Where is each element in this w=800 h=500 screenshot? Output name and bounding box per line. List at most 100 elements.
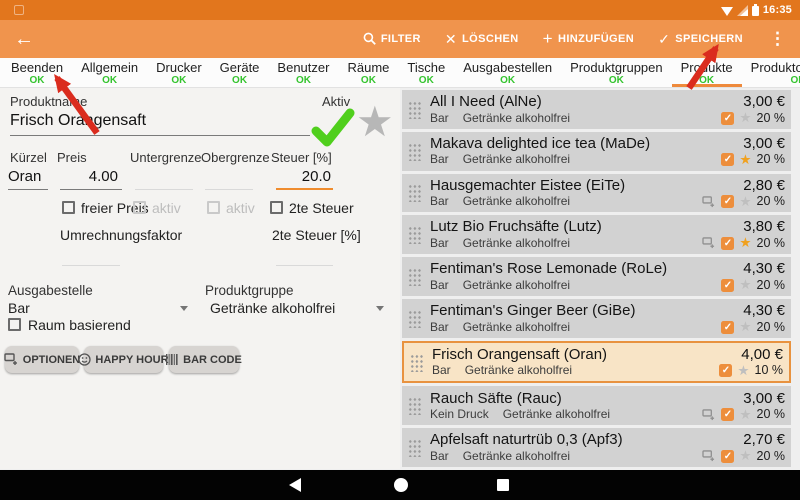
active-checkbox[interactable]: ✓ — [721, 279, 734, 292]
tab-produktoptionen[interactable]: Produktoptionen OK — [742, 58, 800, 87]
product-row[interactable]: Fentiman's Rose Lemonade (RoLe) BarGeträ… — [402, 257, 791, 296]
add-button[interactable]: + HINZUFÜGEN — [543, 32, 634, 46]
product-row[interactable]: Fentiman's Ginger Beer (GiBe) BarGetränk… — [402, 299, 791, 338]
product-price: 3,00 € — [743, 93, 785, 111]
tab-r-ume[interactable]: Räume OK — [338, 58, 398, 87]
drag-handle-icon[interactable] — [408, 225, 421, 244]
options-cart-icon — [702, 450, 716, 462]
freier-preis-checkbox[interactable] — [62, 201, 75, 214]
filter-button[interactable]: FILTER — [363, 32, 421, 47]
product-row[interactable]: All I Need (AlNe) BarGetränke alkoholfre… — [402, 90, 791, 129]
active-checkbox[interactable]: ✓ — [721, 112, 734, 125]
product-price: 2,70 € — [743, 431, 785, 449]
tab-ok-status: OK — [156, 75, 202, 86]
tab-allgemein[interactable]: Allgemein OK — [72, 58, 147, 87]
obergrenze-label: Obergrenze — [201, 150, 270, 165]
tab-benutzer[interactable]: Benutzer OK — [268, 58, 338, 87]
overflow-menu-icon[interactable]: ⋮ — [769, 29, 786, 49]
favorite-star-icon[interactable]: ★ — [739, 320, 751, 334]
active-checkbox[interactable]: ✓ — [721, 195, 734, 208]
aktiv-check-icon[interactable] — [310, 108, 356, 153]
nav-recents-icon[interactable] — [497, 479, 509, 491]
umrechnungsfaktor-input[interactable] — [62, 248, 120, 266]
produktgruppe-dropdown[interactable]: Getränke alkoholfrei — [210, 300, 384, 316]
favorite-star-icon[interactable]: ★ — [737, 364, 749, 378]
preis-input[interactable]: 4.00 — [60, 168, 122, 190]
product-tax: 20 % — [757, 152, 786, 167]
active-checkbox[interactable]: ✓ — [721, 450, 734, 463]
x-icon: ✕ — [445, 32, 457, 46]
drag-handle-icon[interactable] — [408, 309, 421, 328]
tab-ok-status: OK — [347, 75, 389, 86]
favorite-star-icon[interactable]: ★ — [739, 449, 751, 463]
favorite-star-icon[interactable]: ★ — [739, 236, 751, 250]
aktiv-untergrenze-checkbox[interactable] — [133, 201, 146, 214]
drag-handle-icon[interactable] — [408, 100, 421, 119]
zweite-steuer-pct-input[interactable] — [276, 248, 333, 266]
active-checkbox[interactable]: ✓ — [719, 364, 732, 377]
tab-tische[interactable]: Tische OK — [398, 58, 454, 87]
chevron-down-icon — [180, 306, 188, 311]
favorite-star-icon[interactable]: ★ — [739, 195, 751, 209]
happy-hour-button[interactable]: HAPPY HOUR — [84, 346, 163, 373]
favorite-star-icon[interactable]: ★ — [739, 153, 751, 167]
optionen-button[interactable]: OPTIONEN — [5, 346, 79, 373]
product-price: 2,80 € — [743, 177, 785, 195]
steuer-input[interactable]: 20.0 — [276, 168, 333, 190]
active-checkbox[interactable]: ✓ — [721, 321, 734, 334]
product-row[interactable]: Hausgemachter Eistee (EiTe) BarGetränke … — [402, 174, 791, 213]
zweite-steuer-checkbox[interactable] — [270, 201, 283, 214]
product-tax: 20 % — [757, 407, 786, 422]
favorite-star-icon[interactable]: ★ — [356, 100, 394, 144]
delete-button[interactable]: ✕ LÖSCHEN — [445, 32, 519, 46]
produktname-label: Produktname — [10, 94, 87, 109]
tab-ausgabestellen[interactable]: Ausgabestellen OK — [454, 58, 561, 87]
tab-ok-status: OK — [220, 75, 260, 86]
options-cart-icon — [702, 237, 716, 249]
drag-handle-icon[interactable] — [410, 353, 423, 372]
active-checkbox[interactable]: ✓ — [721, 408, 734, 421]
kuerzel-label: Kürzel — [10, 150, 47, 165]
obergrenze-input[interactable] — [205, 168, 253, 190]
options-cart-icon — [702, 196, 716, 208]
drag-handle-icon[interactable] — [408, 183, 421, 202]
product-title: Fentiman's Rose Lemonade (RoLe) — [430, 260, 702, 278]
product-row[interactable]: Rauch Säfte (Rauc) Kein DruckGetränke al… — [402, 386, 791, 425]
back-arrow-icon[interactable]: ← — [14, 29, 34, 49]
favorite-star-icon[interactable]: ★ — [739, 111, 751, 125]
active-checkbox[interactable]: ✓ — [721, 237, 734, 250]
plus-icon: + — [543, 32, 553, 46]
drag-handle-icon[interactable] — [408, 438, 421, 457]
product-row[interactable]: Makava delighted ice tea (MaDe) BarGeträ… — [402, 132, 791, 171]
product-title: All I Need (AlNe) — [430, 93, 702, 111]
drag-handle-icon[interactable] — [408, 142, 421, 161]
aktiv-obergrenze-checkbox[interactable] — [207, 201, 220, 214]
notification-icon — [14, 5, 24, 15]
options-cart-icon — [702, 409, 716, 421]
active-checkbox[interactable]: ✓ — [721, 153, 734, 166]
product-title: Hausgemachter Eistee (EiTe) — [430, 177, 702, 195]
status-bar: 16:35 — [0, 0, 800, 20]
ausgabestelle-dropdown[interactable]: Bar — [8, 300, 188, 316]
tab-drucker[interactable]: Drucker OK — [147, 58, 211, 87]
nav-back-icon[interactable] — [289, 478, 301, 492]
tab-beenden[interactable]: Beenden OK — [2, 58, 72, 87]
barcode-button[interactable]: BAR CODE — [169, 346, 239, 373]
favorite-star-icon[interactable]: ★ — [739, 408, 751, 422]
cell-signal-icon — [737, 5, 748, 16]
favorite-star-icon[interactable]: ★ — [739, 278, 751, 292]
product-row[interactable]: Lutz Bio Fruchsäfte (Lutz) BarGetränke a… — [402, 215, 791, 254]
produktname-input[interactable]: Frisch Orangensaft — [10, 112, 310, 136]
raum-basierend-checkbox[interactable] — [8, 318, 21, 331]
tab-ger-te[interactable]: Geräte OK — [211, 58, 269, 87]
drag-handle-icon[interactable] — [408, 267, 421, 286]
untergrenze-input[interactable] — [135, 168, 193, 190]
drag-handle-icon[interactable] — [408, 396, 421, 415]
nav-home-icon[interactable] — [394, 478, 408, 492]
tab-produktgruppen[interactable]: Produktgruppen OK — [561, 58, 672, 87]
tab-produkte[interactable]: Produkte OK — [672, 58, 742, 87]
product-row[interactable]: Frisch Orangensaft (Oran) BarGetränke al… — [402, 341, 791, 384]
kuerzel-input[interactable]: Oran — [8, 168, 48, 190]
product-row[interactable]: Apfelsaft naturtrüb 0,3 (Apf3) BarGeträn… — [402, 428, 791, 467]
save-button[interactable]: ✓ SPEICHERN — [658, 32, 743, 46]
